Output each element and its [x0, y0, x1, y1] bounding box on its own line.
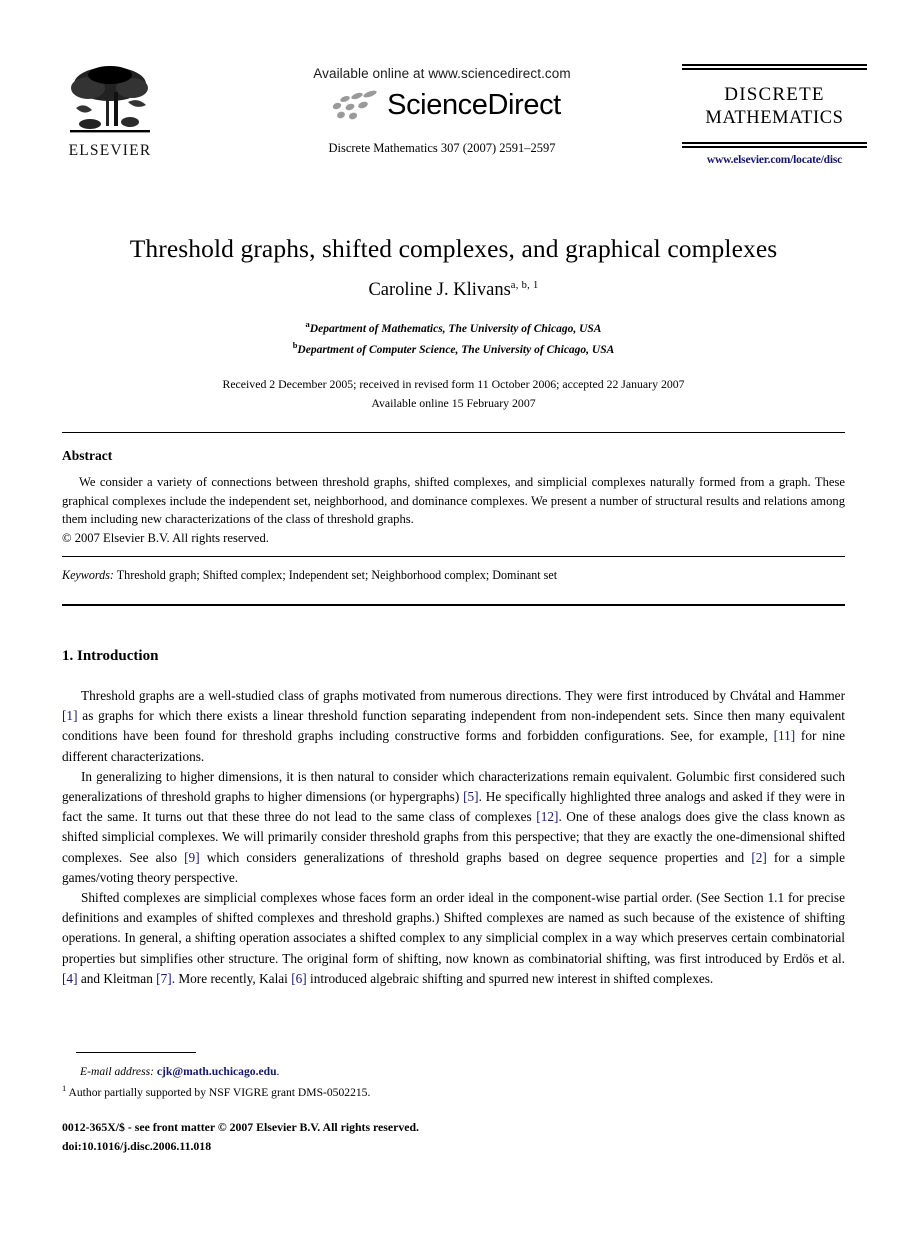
affiliation-text-b: Department of Computer Science, The Univ… [297, 343, 615, 356]
author-name: Caroline J. Klivans [368, 280, 511, 301]
abstract-heading: Abstract [62, 448, 113, 463]
abstract-text: We consider a variety of connections bet… [62, 475, 845, 526]
author-line: Caroline J. Klivansa, b, 1 [62, 280, 845, 301]
p3-part3: . More recently, Kalai [171, 970, 292, 986]
masthead: ELSEVIER Available online at www.science… [62, 62, 867, 202]
journal-logo-top-rule [682, 64, 867, 70]
footnote-separator-rule [76, 1052, 196, 1053]
available-online-text: Available online at www.sciencedirect.co… [313, 66, 571, 81]
sciencedirect-logo: ScienceDirect [232, 88, 652, 122]
sciencedirect-wordmark: ScienceDirect [387, 88, 561, 121]
paragraph-3: Shifted complexes are simplicial complex… [62, 888, 845, 989]
history-received: Received 2 December 2005; received in re… [222, 377, 685, 392]
citation-link-2[interactable]: [2] [751, 850, 767, 865]
journal-logo-bottom-rule [682, 141, 867, 148]
affiliation-text-a: Department of Mathematics, The Universit… [309, 322, 602, 335]
citation-link-6[interactable]: [6] [291, 971, 307, 986]
email-link[interactable]: cjk@math.uchicago.edu [157, 1065, 277, 1078]
sciencedirect-block: Available online at www.sciencedirect.co… [232, 66, 652, 156]
abstract-copyright: © 2007 Elsevier B.V. All rights reserved… [62, 530, 269, 545]
body-text: Threshold graphs are a well-studied clas… [62, 686, 845, 989]
abstract-section: Abstract We consider a variety of connec… [62, 448, 845, 547]
journal-reference: Discrete Mathematics 307 (2007) 2591–259… [328, 141, 556, 155]
journal-logo-line-1: DISCRETE [724, 84, 825, 105]
footnote-email: E-mail address: cjk@math.uchicago.edu. [62, 1063, 662, 1082]
journal-logo: DISCRETE MATHEMATICS www.elsevier.com/lo… [682, 64, 867, 166]
p1-part2: as graphs for which there exists a linea… [62, 708, 845, 744]
paragraph-2: In generalizing to higher dimensions, it… [62, 767, 845, 888]
elsevier-logo: ELSEVIER [62, 62, 158, 160]
footnote-grant-text: Author partially supported by NSF VIGRE … [66, 1085, 371, 1099]
keywords-top-rule [62, 556, 845, 557]
p2-part4: which considers generalizations of thres… [199, 849, 752, 865]
citation-link-12[interactable]: [12] [536, 809, 558, 824]
p3-part2: and Kleitman [77, 970, 157, 986]
paragraph-1: Threshold graphs are a well-studied clas… [62, 686, 845, 767]
email-label: E-mail address: [80, 1065, 154, 1078]
affiliation-a: aDepartment of Mathematics, The Universi… [62, 318, 845, 339]
footnote-grant: 1 Author partially supported by NSF VIGR… [62, 1082, 662, 1103]
p3-part1: Shifted complexes are simplicial complex… [62, 890, 845, 966]
keywords-section: Keywords: Threshold graph; Shifted compl… [62, 568, 845, 583]
title-block: Threshold graphs, shifted complexes, and… [62, 234, 845, 412]
citation-link-4[interactable]: [4] [62, 971, 78, 986]
keywords-bottom-rule [62, 604, 845, 606]
author-affiliation-markers: a, b, 1 [510, 280, 539, 291]
history-available-online: Available online 15 February 2007 [371, 395, 536, 410]
elsevier-tree-icon [70, 66, 150, 133]
journal-article-page: ELSEVIER Available online at www.science… [0, 0, 907, 1238]
journal-logo-line-2: MATHEMATICS [705, 107, 844, 128]
article-history: Received 2 December 2005; received in re… [62, 375, 845, 412]
doi-line[interactable]: doi:10.1016/j.disc.2006.11.018 [62, 1137, 662, 1156]
colophon: 0012-365X/$ - see front matter © 2007 El… [62, 1118, 662, 1156]
sciencedirect-swoosh-icon [332, 90, 377, 120]
email-trailing-period: . [276, 1065, 280, 1078]
affiliation-b: bDepartment of Computer Science, The Uni… [62, 339, 845, 360]
citation-link-11[interactable]: [11] [774, 728, 796, 743]
citation-link-1[interactable]: [1] [62, 708, 78, 723]
citation-link-5[interactable]: [5] [463, 789, 479, 804]
journal-url-link[interactable]: www.elsevier.com/locate/disc [682, 154, 867, 166]
abstract-top-rule [62, 432, 845, 433]
keywords-text: Threshold graph; Shifted complex; Indepe… [113, 568, 558, 582]
front-matter-line: 0012-365X/$ - see front matter © 2007 El… [62, 1120, 419, 1134]
citation-link-7[interactable]: [7] [156, 971, 172, 986]
footnotes: E-mail address: cjk@math.uchicago.edu. 1… [62, 1063, 662, 1102]
elsevier-wordmark: ELSEVIER [68, 142, 152, 159]
p3-part4: introduced algebraic shifting and spurre… [306, 970, 714, 986]
page-title: Threshold graphs, shifted complexes, and… [129, 234, 778, 263]
citation-link-9[interactable]: [9] [184, 850, 200, 865]
section-heading-introduction: 1. Introduction [62, 648, 159, 664]
p1-part1: Threshold graphs are a well-studied clas… [81, 688, 845, 703]
keywords-label: Keywords: [62, 568, 114, 582]
